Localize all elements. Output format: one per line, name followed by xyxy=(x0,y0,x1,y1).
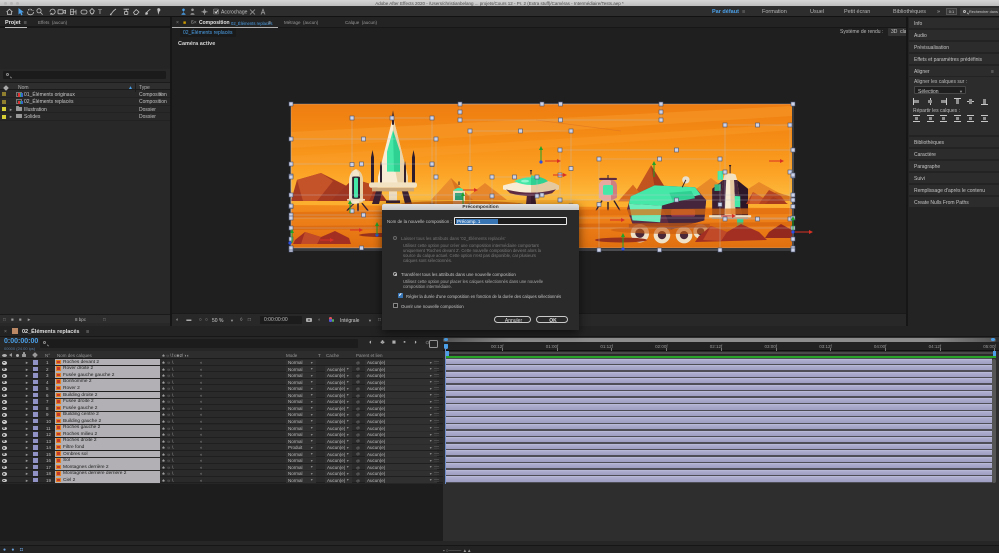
svg-text:Accrochage: Accrochage xyxy=(221,10,248,16)
svg-text:T: T xyxy=(98,9,102,16)
